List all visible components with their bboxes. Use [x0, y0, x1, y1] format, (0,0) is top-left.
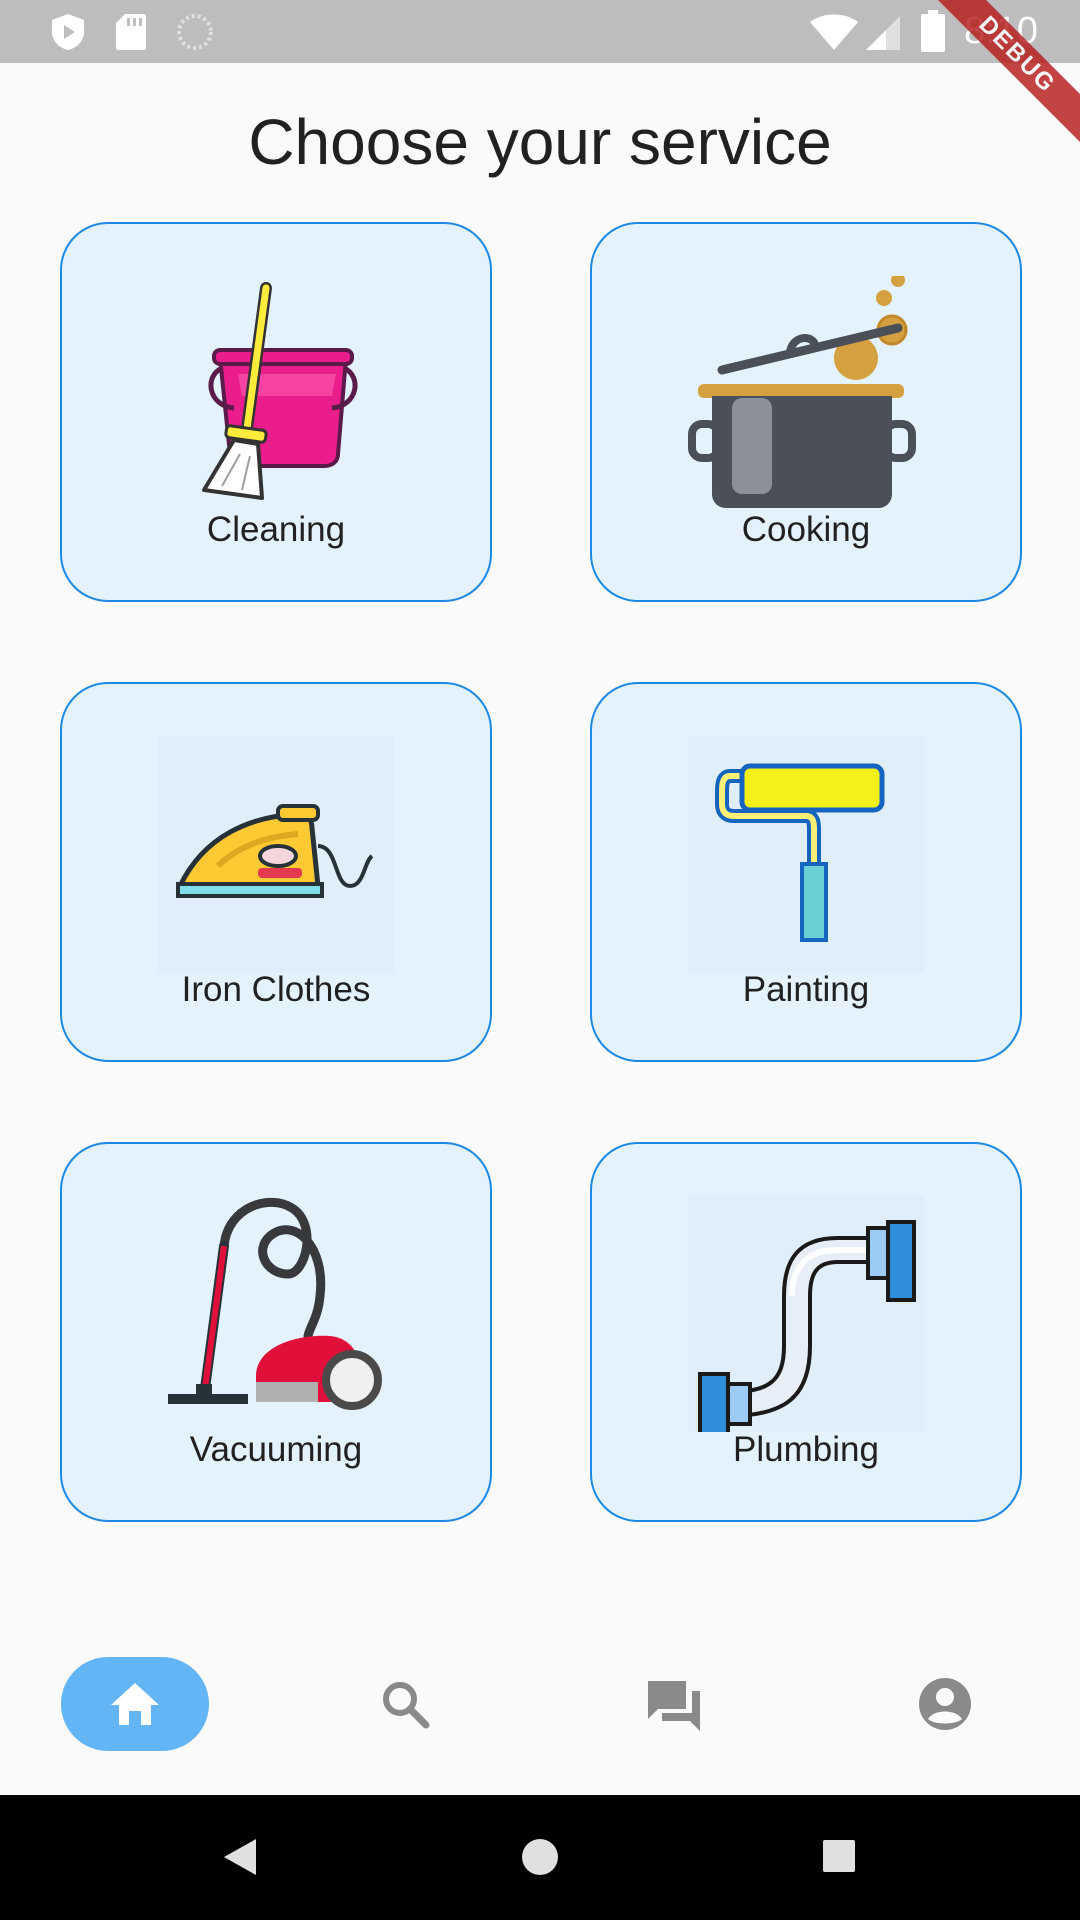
back-icon[interactable]	[222, 1837, 258, 1877]
service-card-painting[interactable]: Painting	[590, 682, 1022, 1062]
iron-icon	[158, 736, 394, 972]
battery-icon	[921, 10, 945, 52]
status-bar: 8:10	[0, 0, 1080, 63]
service-label: Cooking	[741, 510, 871, 549]
system-navigation-bar	[0, 1795, 1080, 1920]
cleaning-icon	[202, 282, 358, 500]
home-button-icon[interactable]	[520, 1837, 560, 1877]
account-icon	[919, 1678, 971, 1730]
paint-roller-icon	[688, 736, 924, 972]
service-label: Cleaning	[206, 510, 346, 549]
play-protect-icon	[52, 14, 84, 50]
service-label: Vacuuming	[189, 1430, 363, 1469]
service-card-iron-clothes[interactable]: Iron Clothes	[60, 682, 492, 1062]
nav-search[interactable]	[350, 1657, 460, 1751]
service-card-cleaning[interactable]: Cleaning	[60, 222, 492, 602]
nav-profile[interactable]	[890, 1657, 1000, 1751]
signal-icon	[866, 16, 900, 50]
home-icon	[111, 1683, 159, 1725]
vacuum-cleaner-icon	[168, 1197, 382, 1410]
sd-card-icon	[116, 14, 146, 50]
wifi-icon	[810, 14, 858, 50]
bottom-navigation	[0, 1620, 1080, 1795]
nav-home[interactable]	[61, 1657, 209, 1751]
status-time: 8:10	[964, 10, 1038, 52]
service-card-vacuuming[interactable]: Vacuuming	[60, 1142, 492, 1522]
pipe-icon	[688, 1196, 924, 1432]
service-card-plumbing[interactable]: Plumbing	[590, 1142, 1022, 1522]
recents-icon[interactable]	[821, 1838, 857, 1874]
cooking-pot-icon	[688, 276, 916, 508]
search-icon	[383, 1682, 430, 1729]
page-title: Choose your service	[248, 106, 832, 178]
chat-icon	[648, 1681, 700, 1731]
service-label: Plumbing	[733, 1430, 879, 1469]
service-label: Painting	[742, 970, 870, 1009]
service-card-cooking[interactable]: Cooking	[590, 222, 1022, 602]
nav-messages[interactable]	[620, 1657, 730, 1751]
loading-icon	[177, 14, 213, 50]
service-label: Iron Clothes	[181, 970, 371, 1009]
